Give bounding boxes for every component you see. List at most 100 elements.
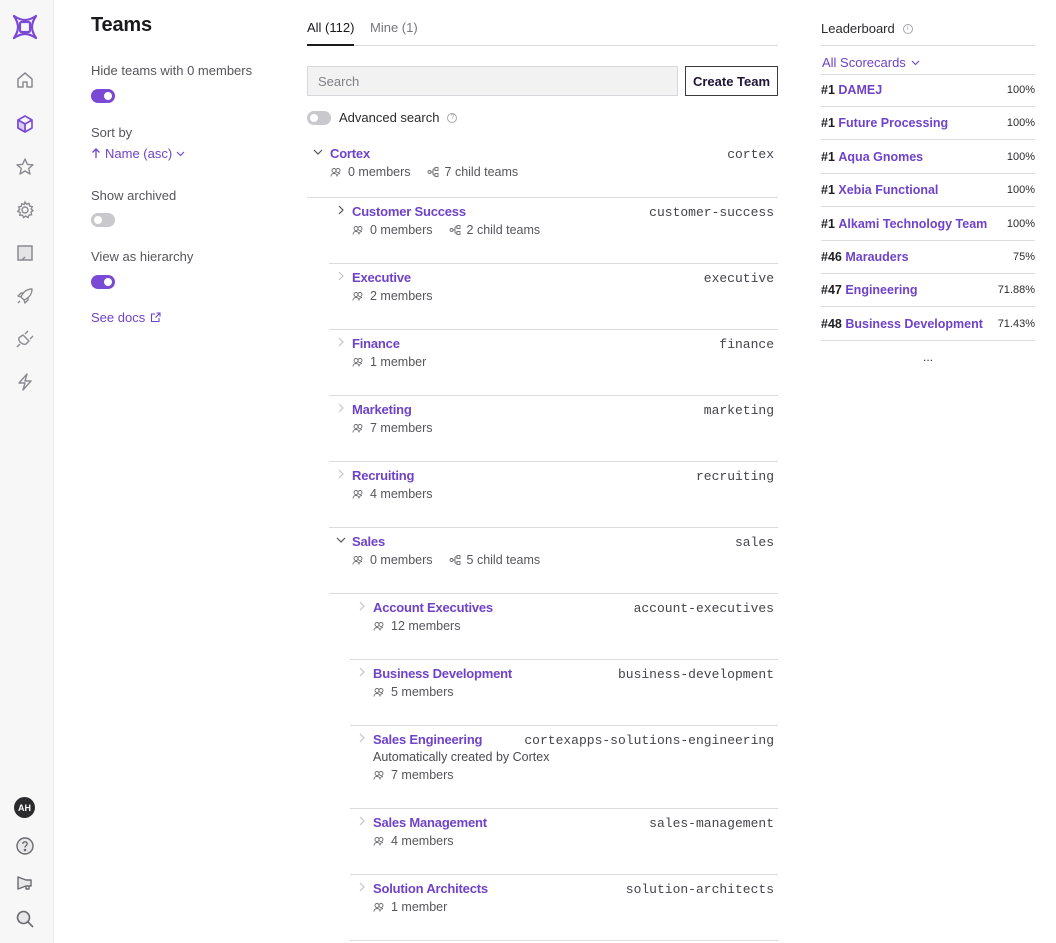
chevron-right-icon[interactable] (356, 881, 368, 893)
rocket-icon[interactable] (14, 285, 36, 307)
search-input[interactable] (307, 66, 678, 96)
team-row[interactable]: Customer Success customer-success 0 member… (329, 198, 778, 264)
team-slug: cortex (727, 147, 774, 162)
child-team-count: 5 child teams (466, 553, 541, 567)
team-row[interactable]: Business Development business-development… (350, 660, 778, 726)
chevron-right-icon[interactable] (335, 270, 347, 282)
team-name[interactable]: Executive (352, 270, 411, 285)
member-count: 2 members (370, 289, 433, 303)
chevron-right-icon[interactable] (356, 600, 368, 612)
advanced-search-toggle[interactable] (307, 110, 331, 125)
scorecard-icon[interactable] (14, 242, 36, 264)
leaderboard-team-link[interactable]: Business Development (845, 317, 983, 331)
team-meta: 1 member (373, 900, 447, 914)
scorecard-filter-dropdown[interactable]: All Scorecards (822, 55, 920, 70)
see-docs-link[interactable]: See docs (91, 310, 161, 325)
team-name[interactable]: Solution Architects (373, 881, 488, 896)
hide-empty-toggle[interactable] (91, 89, 115, 103)
star-icon[interactable] (14, 156, 36, 178)
team-name[interactable]: Finance (352, 336, 400, 351)
team-row[interactable]: Finance finance 1 member (329, 330, 778, 396)
show-archived-toggle[interactable] (91, 213, 115, 227)
leaderboard-header: Leaderboard i (821, 21, 913, 36)
chevron-down-icon[interactable] (312, 146, 324, 158)
leaderboard-score: 71.43% (997, 317, 1035, 330)
team-row[interactable]: Sales Engineering cortexapps-solutions-en… (350, 726, 778, 809)
leaderboard-score: 100% (1006, 184, 1035, 197)
team-row[interactable]: Cortex cortex 0 members 7 child teams (307, 140, 778, 198)
leaderboard-team-link[interactable]: Engineering (845, 283, 917, 297)
chevron-right-icon[interactable] (335, 204, 347, 216)
team-name[interactable]: Business Development (373, 666, 512, 681)
team-row[interactable]: Sales sales 0 members 5 child teams (329, 528, 778, 594)
plug-icon[interactable] (14, 328, 36, 350)
members-icon (373, 769, 385, 781)
leaderboard-score: 100% (1006, 217, 1035, 230)
tab-all[interactable]: All (112) (307, 20, 355, 46)
home-icon[interactable] (14, 69, 36, 91)
chevron-right-icon[interactable] (356, 666, 368, 678)
gear-icon[interactable] (14, 199, 36, 221)
team-slug: solution-architects (625, 882, 774, 897)
chevron-down-icon[interactable] (335, 534, 347, 546)
leaderboard-team-link[interactable]: Future Processing (838, 116, 948, 130)
leaderboard-team-link[interactable]: Xebia Functional (838, 183, 938, 197)
team-name[interactable]: Customer Success (352, 204, 466, 219)
team-row[interactable]: Recruiting recruiting 4 members (329, 462, 778, 528)
team-description: Automatically created by Cortex (373, 750, 550, 764)
team-name[interactable]: Sales Management (373, 815, 487, 830)
team-slug: executive (703, 271, 774, 286)
megaphone-icon[interactable] (14, 872, 36, 894)
chevron-down-icon (911, 60, 920, 65)
lightning-icon[interactable] (14, 371, 36, 393)
team-slug: customer-success (649, 205, 774, 220)
leaderboard-team-link[interactable]: Aqua Gnomes (838, 150, 923, 164)
hierarchy-toggle[interactable] (91, 275, 115, 289)
team-name[interactable]: Cortex (330, 146, 370, 161)
team-name[interactable]: Sales Engineering (373, 732, 483, 747)
team-row[interactable]: Account Executives account-executives 12 m… (350, 594, 778, 660)
catalog-cube-icon[interactable] (14, 113, 36, 135)
chevron-right-icon[interactable] (356, 815, 368, 827)
chevron-right-icon[interactable] (335, 336, 347, 348)
sort-dropdown[interactable]: Name (asc) (91, 146, 185, 161)
team-name[interactable]: Sales (352, 534, 385, 549)
chevron-right-icon[interactable] (356, 732, 368, 744)
team-row[interactable]: Sales Management sales-management 4 member… (350, 809, 778, 875)
tab-mine[interactable]: Mine (1) (370, 20, 418, 46)
leaderboard-team-link[interactable]: Alkami Technology Team (838, 217, 987, 231)
create-team-button[interactable]: Create Team (685, 66, 778, 96)
help-circle-icon[interactable] (14, 835, 36, 857)
team-row[interactable]: Solution Architects solution-architects 1 … (350, 875, 778, 941)
member-count: 7 members (370, 421, 433, 435)
team-slug: business-development (617, 667, 774, 682)
info-icon[interactable]: i (902, 23, 913, 34)
leaderboard-score: 100% (1006, 84, 1035, 96)
chevron-right-icon[interactable] (335, 402, 347, 414)
leaderboard-score: 75% (1012, 251, 1035, 263)
show-archived-label: Show archived (91, 188, 177, 203)
advanced-search-label: Advanced search (339, 110, 440, 125)
search-icon[interactable] (14, 908, 36, 930)
cortex-logo-icon[interactable] (10, 12, 40, 42)
team-name[interactable]: Account Executives (373, 600, 493, 615)
team-name[interactable]: Marketing (352, 402, 412, 417)
team-name[interactable]: Recruiting (352, 468, 414, 483)
leaderboard-team-link[interactable]: Marauders (845, 250, 908, 264)
leaderboard-team-link[interactable]: DAMEJ (838, 83, 882, 97)
leaderboard-more[interactable]: ... (923, 350, 933, 364)
leaderboard-rank: #46 (821, 250, 842, 264)
team-slug: sales (734, 535, 774, 550)
help-icon[interactable]: ? (447, 112, 458, 123)
scorecard-filter-value: All Scorecards (822, 55, 906, 70)
member-count: 12 members (391, 619, 461, 633)
chevron-right-icon[interactable] (335, 468, 347, 480)
team-row[interactable]: Marketing marketing 7 members (329, 396, 778, 462)
team-slug: recruiting (695, 469, 774, 484)
child-teams-icon (427, 166, 439, 178)
team-row[interactable]: Executive executive 2 members (329, 264, 778, 330)
avatar[interactable]: AH (14, 797, 35, 818)
team-meta: 2 members (352, 289, 433, 303)
leaderboard-row: #46 Marauders 75% (821, 241, 1035, 274)
child-teams-icon (449, 224, 461, 236)
